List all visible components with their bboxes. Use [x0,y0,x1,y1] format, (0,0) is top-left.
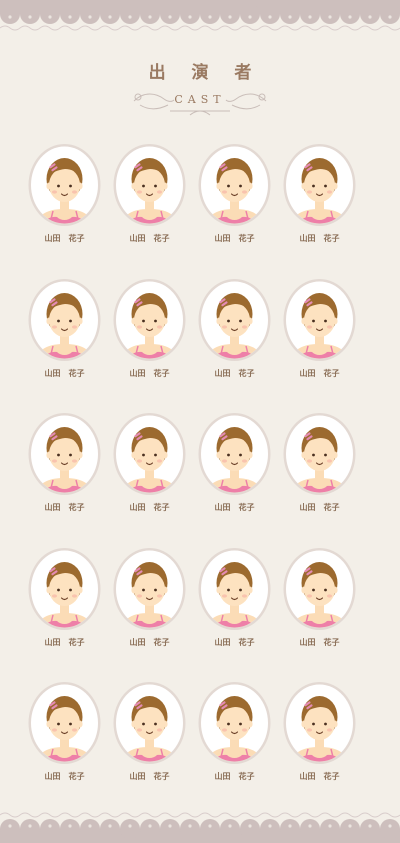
cast-portrait [282,278,357,363]
cast-card: 山田 花子 [22,412,107,547]
subtitle-ornament: CAST [130,85,270,119]
cast-card: 山田 花子 [277,278,362,413]
cast-name: 山田 花子 [129,368,170,378]
cast-portrait [112,143,187,228]
cast-portrait [27,278,102,363]
cast-portrait [112,278,187,363]
cast-card: 山田 花子 [277,412,362,547]
page-subtitle: CAST [174,93,226,106]
cast-card: 山田 花子 [22,143,107,278]
cast-card: 山田 花子 [107,412,192,547]
cast-card: 山田 花子 [107,278,192,413]
cast-portrait [27,412,102,497]
header: 出 演 者 CAST [0,58,400,119]
cast-name: 山田 花子 [129,234,170,243]
top-lace-border [0,0,400,31]
cast-card: 山田 花子 [192,143,277,278]
cast-name: 山田 花子 [129,772,170,781]
cast-card: 山田 花子 [22,681,107,816]
cast-grid: 山田 花子 山田 花子 山田 花子 山田 花子 山田 花子 山田 花子 山田 花… [22,143,362,816]
cast-card: 山田 花子 [107,143,192,278]
cast-portrait [282,547,357,632]
page-title: 出 演 者 [148,63,262,83]
cast-name: 山田 花子 [129,503,170,512]
cast-name: 山田 花子 [44,368,85,378]
cast-name: 山田 花子 [214,772,255,781]
cast-portrait [27,547,102,632]
cast-name: 山田 花子 [44,234,85,243]
cast-card: 山田 花子 [107,547,192,682]
cast-name: 山田 花子 [299,234,340,243]
cast-name: 山田 花子 [214,503,255,512]
bottom-lace-border [0,812,400,843]
cast-name: 山田 花子 [214,234,255,243]
cast-name: 山田 花子 [299,772,340,781]
cast-card: 山田 花子 [192,412,277,547]
cast-card: 山田 花子 [277,547,362,682]
cast-name: 山田 花子 [214,368,255,378]
cast-name: 山田 花子 [44,772,85,781]
cast-portrait [282,681,357,766]
cast-name: 山田 花子 [299,368,340,378]
cast-portrait [197,412,272,497]
cast-portrait [27,143,102,228]
cast-name: 山田 花子 [214,637,255,647]
cast-portrait [27,681,102,766]
cast-name: 山田 花子 [44,637,85,647]
cast-card: 山田 花子 [22,278,107,413]
cast-portrait [197,143,272,228]
cast-name: 山田 花子 [299,637,340,647]
cast-card: 山田 花子 [192,681,277,816]
cast-portrait [112,547,187,632]
cast-card: 山田 花子 [192,547,277,682]
cast-card: 山田 花子 [277,681,362,816]
cast-portrait [282,143,357,228]
cast-card: 山田 花子 [22,547,107,682]
cast-name: 山田 花子 [44,503,85,512]
cast-card: 山田 花子 [107,681,192,816]
cast-portrait [112,412,187,497]
cast-portrait [197,278,272,363]
cast-portrait [282,412,357,497]
cast-card: 山田 花子 [192,278,277,413]
cast-portrait [112,681,187,766]
cast-name: 山田 花子 [299,503,340,512]
cast-portrait [197,547,272,632]
cast-card: 山田 花子 [277,143,362,278]
cast-portrait [197,681,272,766]
cast-name: 山田 花子 [129,637,170,647]
